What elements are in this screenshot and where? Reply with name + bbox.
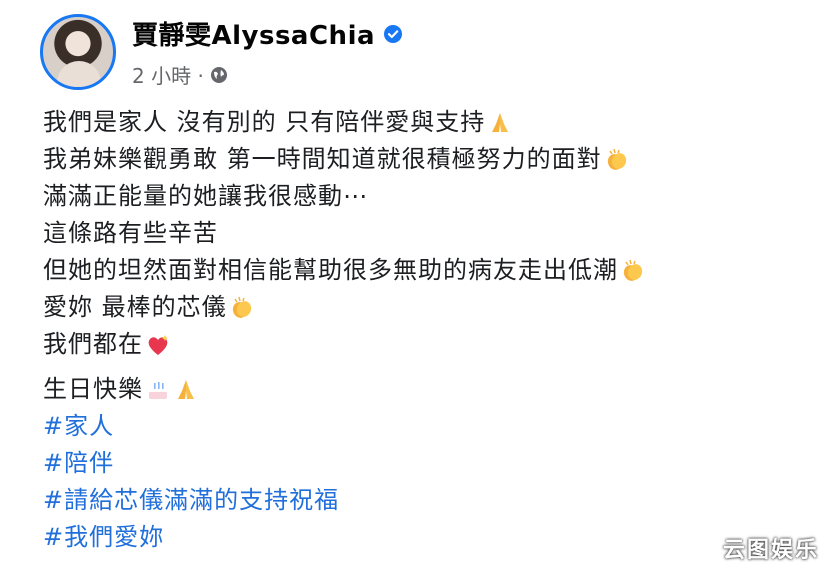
author-row: 賈靜雯AlyssaChia	[132, 15, 403, 52]
post-time-row: 2 小時 ·	[132, 60, 403, 89]
hashtag-line: #我們愛妳	[43, 519, 646, 556]
post-text: 愛妳 最棒的芯儀	[43, 293, 227, 321]
post-header: 賈靜雯AlyssaChia 2 小時 ·	[40, 12, 403, 92]
author-name[interactable]: 賈靜雯AlyssaChia	[132, 15, 375, 52]
clapping-hands-icon	[607, 148, 626, 170]
post-text: 滿滿正能量的她讓我很感動⋯	[43, 182, 368, 210]
watermark: 云图娱乐	[722, 538, 819, 563]
verified-badge-icon	[384, 24, 403, 43]
birthday-cake-icon	[149, 381, 167, 399]
folded-hands-icon	[492, 112, 509, 132]
post-text: 但她的坦然面對相信能幫助很多無助的病友走出低潮	[43, 256, 618, 284]
post-line: 我們都在	[43, 326, 646, 363]
post-body: 我們是家人 沒有別的 只有陪伴愛與支持 我弟妹樂觀勇敢 第一時間知道就很積極努力…	[43, 104, 646, 556]
globe-icon[interactable]	[210, 66, 228, 84]
folded-hands-icon	[178, 379, 194, 399]
sparkling-heart-icon	[148, 334, 168, 355]
post-line: 但她的坦然面對相信能幫助很多無助的病友走出低潮	[43, 252, 646, 289]
post-text: 我們都在	[43, 330, 143, 358]
post-meta: 賈靜雯AlyssaChia 2 小時 ·	[132, 15, 403, 89]
clapping-hands-icon	[232, 296, 251, 318]
facebook-post: 賈靜雯AlyssaChia 2 小時 · 我們是家人 沒有別的 只有陪伴愛與支持	[0, 0, 833, 576]
post-text: 我們是家人 沒有別的 只有陪伴愛與支持	[43, 108, 486, 136]
post-text: 生日快樂	[43, 375, 143, 403]
hashtag-link[interactable]: #請給芯儀滿滿的支持祝福	[43, 482, 339, 519]
post-line: 愛妳 最棒的芯儀	[43, 289, 646, 326]
hashtag-link[interactable]: #我們愛妳	[43, 519, 164, 556]
clapping-hands-icon	[623, 259, 643, 281]
post-timestamp[interactable]: 2 小時 ·	[132, 60, 204, 89]
hashtag-link[interactable]: #陪伴	[43, 445, 114, 482]
post-text: 我弟妹樂觀勇敢 第一時間知道就很積極努力的面對	[43, 145, 602, 173]
post-line: 我弟妹樂觀勇敢 第一時間知道就很積極努力的面對	[43, 141, 646, 178]
post-line: 生日快樂	[43, 371, 646, 408]
hashtag-line: #請給芯儀滿滿的支持祝福	[43, 482, 646, 519]
hashtag-link[interactable]: #家人	[43, 408, 114, 445]
post-line: 滿滿正能量的她讓我很感動⋯	[43, 178, 646, 215]
hashtag-line: #陪伴	[43, 445, 646, 482]
post-line: 我們是家人 沒有別的 只有陪伴愛與支持	[43, 104, 646, 141]
author-avatar[interactable]	[40, 14, 116, 90]
hashtag-line: #家人	[43, 408, 646, 445]
post-text: 這條路有些辛苦	[43, 219, 218, 247]
post-line: 這條路有些辛苦	[43, 215, 646, 252]
